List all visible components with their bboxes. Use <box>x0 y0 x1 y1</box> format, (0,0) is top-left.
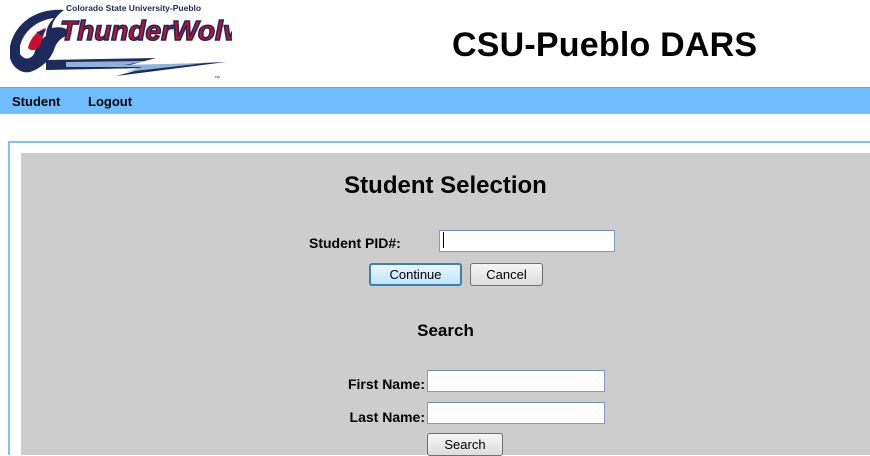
app-title: CSU-Pueblo DARS <box>452 26 758 64</box>
last-name-label: Last Name: <box>349 409 425 425</box>
svg-text:Colorado State University-Pueb: Colorado State University-Pueblo <box>66 3 201 13</box>
continue-button[interactable]: Continue <box>369 263 462 286</box>
svg-text:™: ™ <box>214 75 220 82</box>
search-button[interactable]: Search <box>427 433 503 456</box>
menu-bar: Student Logout <box>0 87 870 114</box>
menu-item-student[interactable]: Student <box>12 94 60 109</box>
student-pid-input[interactable] <box>439 230 615 252</box>
cancel-button[interactable]: Cancel <box>470 263 543 286</box>
thunderwolves-logo: Colorado State University-Pueblo Thunder… <box>10 3 232 82</box>
student-selection-panel: Student Selection Student PID#: Continue… <box>21 153 870 456</box>
svg-text:ThunderWolves: ThunderWolves <box>60 15 232 46</box>
page-title: Student Selection <box>344 172 547 199</box>
last-name-input[interactable] <box>427 402 605 424</box>
menu-item-logout[interactable]: Logout <box>88 94 132 109</box>
first-name-input[interactable] <box>427 370 605 392</box>
first-name-label: First Name: <box>347 376 425 392</box>
search-heading: Search <box>417 321 474 340</box>
student-pid-label: Student PID#: <box>309 235 401 251</box>
text-caret <box>443 232 444 248</box>
header: Colorado State University-Pueblo Thunder… <box>0 0 870 87</box>
